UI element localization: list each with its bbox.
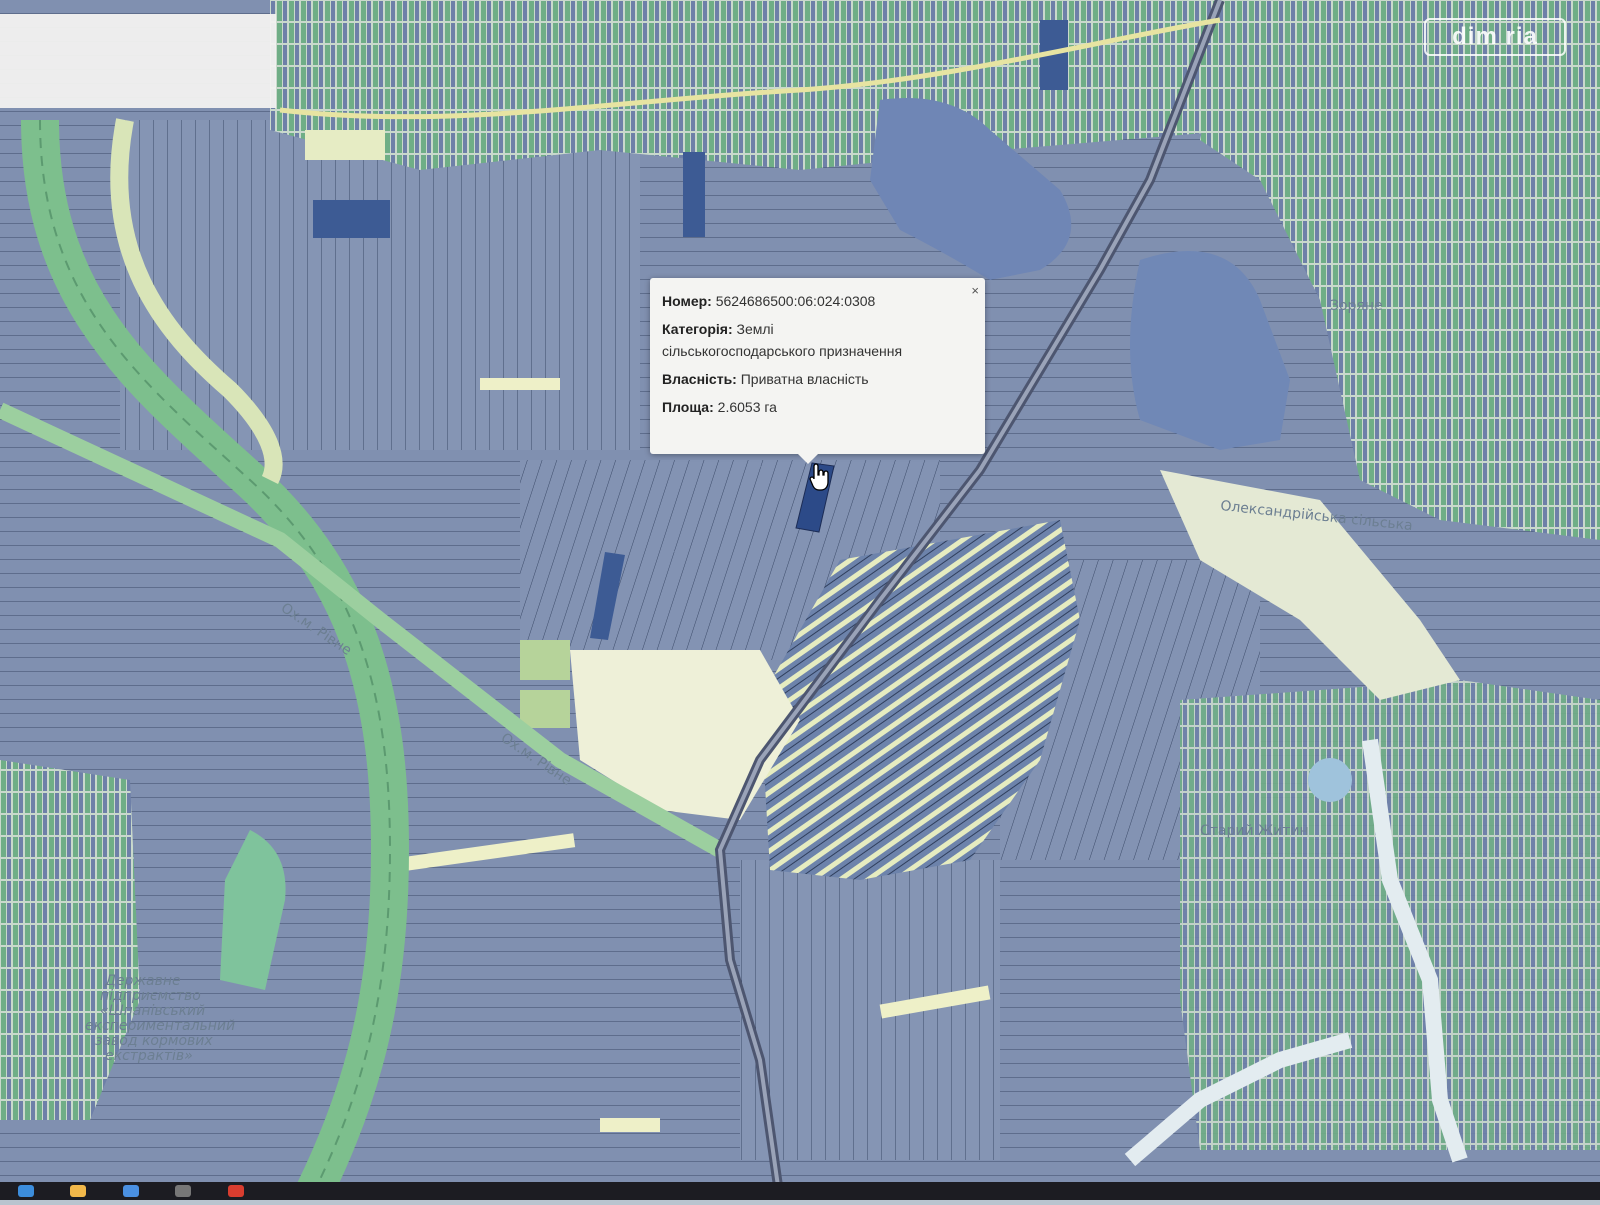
parcel-dark-1 (313, 200, 390, 238)
hand-cursor-icon (809, 463, 829, 491)
watermark-logo: dim ria (1424, 18, 1566, 56)
parcel-number-row: Номер: 5624686500:06:024:0308 (662, 290, 973, 312)
map-canvas: Ох.м. Рівне Ох.м. Рівне Олександрійська … (0, 0, 1600, 1205)
taskbar (0, 1182, 1600, 1200)
area-row: Площа: 2.6053 га (662, 396, 973, 418)
parcel-info-popup: × Номер: 5624686500:06:024:0308 Категорі… (650, 278, 985, 464)
strip-field-3 (480, 378, 560, 390)
strip-field-4 (600, 1118, 660, 1132)
small-field-2 (520, 690, 570, 728)
number-label: Номер: (662, 293, 712, 309)
number-value: 5624686500:06:024:0308 (715, 293, 876, 309)
settings-icon[interactable] (175, 1185, 192, 1197)
category-label: Категорія: (662, 321, 733, 337)
close-icon[interactable]: × (971, 280, 979, 302)
small-field-1 (520, 640, 570, 680)
strip-field-5 (305, 130, 385, 160)
folder-icon[interactable] (70, 1185, 87, 1197)
ownership-row: Власність: Приватна власність (662, 368, 973, 390)
village-label-3: Зоряне (1330, 298, 1383, 314)
org-line-6: екстрактів» (105, 1048, 193, 1064)
search-panel[interactable] (0, 14, 276, 108)
org-line-2: підприємство (100, 988, 201, 1004)
org-line-4: експериментальний (85, 1018, 235, 1034)
area-value: 2.6053 га (717, 399, 777, 415)
village-label-2: Старий Житин (1200, 823, 1309, 839)
ownership-label: Власність: (662, 371, 737, 387)
field-block-north (120, 120, 640, 450)
org-line-5: завод кормових (95, 1033, 213, 1049)
category-row: Категорія: Землі сільськогосподарського … (662, 318, 973, 362)
org-line-3: «Шпанівський (100, 1003, 205, 1019)
area-label: Площа: (662, 399, 714, 415)
app-icon[interactable] (122, 1185, 139, 1197)
start-icon[interactable] (18, 1185, 34, 1197)
watermark-text: dim ria (1452, 23, 1538, 50)
field-block-southeast (740, 860, 1000, 1160)
ownership-value: Приватна власність (740, 371, 869, 387)
org-line-1: Державне (104, 973, 181, 989)
parcel-dark-2 (683, 152, 705, 237)
category-value-line1: Землі (736, 321, 774, 337)
pond (1308, 758, 1352, 802)
browser-icon[interactable] (227, 1185, 244, 1197)
category-value-line2: сільськогосподарського призначення (662, 343, 903, 359)
cadastral-map[interactable]: Ох.м. Рівне Ох.м. Рівне Олександрійська … (0, 0, 1600, 1205)
